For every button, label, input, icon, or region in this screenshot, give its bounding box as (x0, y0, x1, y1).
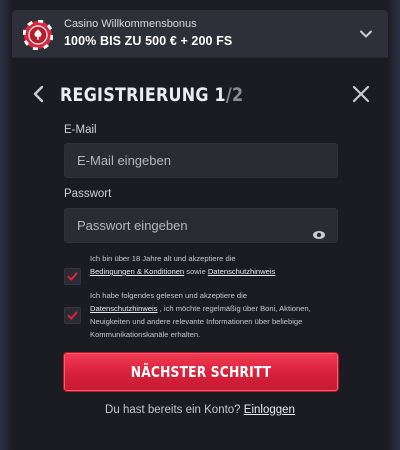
terms-consent-text: Ich bin über 18 Jahre alt und akzeptiere… (90, 252, 340, 278)
poker-chip-icon (23, 20, 53, 50)
marketing-consent-text: Ich habe folgendes gelesen und akzeptier… (90, 289, 340, 341)
bonus-amount: 100% BIS ZU 500 € + 200 FS (64, 34, 233, 48)
welcome-bonus-banner[interactable]: Casino Willkommensbonus 100% BIS ZU 500 … (12, 10, 388, 58)
step-current: 1 (214, 84, 226, 106)
bonus-title: Casino Willkommensbonus (64, 18, 197, 30)
email-input[interactable] (64, 143, 338, 178)
step-total: /2 (225, 84, 244, 106)
next-step-button[interactable]: NÄCHSTER SCHRITT (64, 353, 338, 391)
marketing-checkbox[interactable] (64, 307, 81, 324)
login-prompt-row: Du hast bereits ein Konto? Einloggen (12, 404, 388, 416)
registration-modal: Casino Willkommensbonus 100% BIS ZU 500 … (12, 10, 388, 450)
email-label: E-Mail (64, 124, 97, 136)
password-input[interactable] (64, 208, 338, 243)
consent-1-connector: sowie (184, 267, 208, 276)
login-prompt: Du hast bereits ein Konto? (105, 404, 241, 416)
login-link[interactable]: Einloggen (244, 404, 295, 416)
privacy-link[interactable]: Datenschutzhinweis (208, 267, 276, 276)
checkmark-icon (67, 272, 78, 281)
back-arrow-icon[interactable] (30, 84, 48, 104)
eye-icon[interactable] (312, 228, 326, 242)
password-label: Passwort (64, 188, 112, 200)
chevron-down-icon[interactable] (358, 26, 374, 42)
step-title: REGISTRIERUNG (60, 84, 209, 106)
checkmark-icon (67, 311, 78, 320)
close-icon[interactable] (351, 84, 371, 104)
consent-1-text: Ich bin über 18 Jahre alt und akzeptiere… (90, 254, 236, 263)
terms-link[interactable]: Bedingungen & Konditionen (90, 267, 184, 276)
terms-checkbox[interactable] (64, 268, 81, 285)
next-step-label: NÄCHSTER SCHRITT (130, 363, 272, 381)
privacy-link-2[interactable]: Datenschutzhinweis (90, 304, 158, 313)
consent-2-text: Ich habe folgendes gelesen und akzeptier… (90, 291, 248, 300)
step-heading: REGISTRIERUNG 1/2 (60, 84, 243, 106)
